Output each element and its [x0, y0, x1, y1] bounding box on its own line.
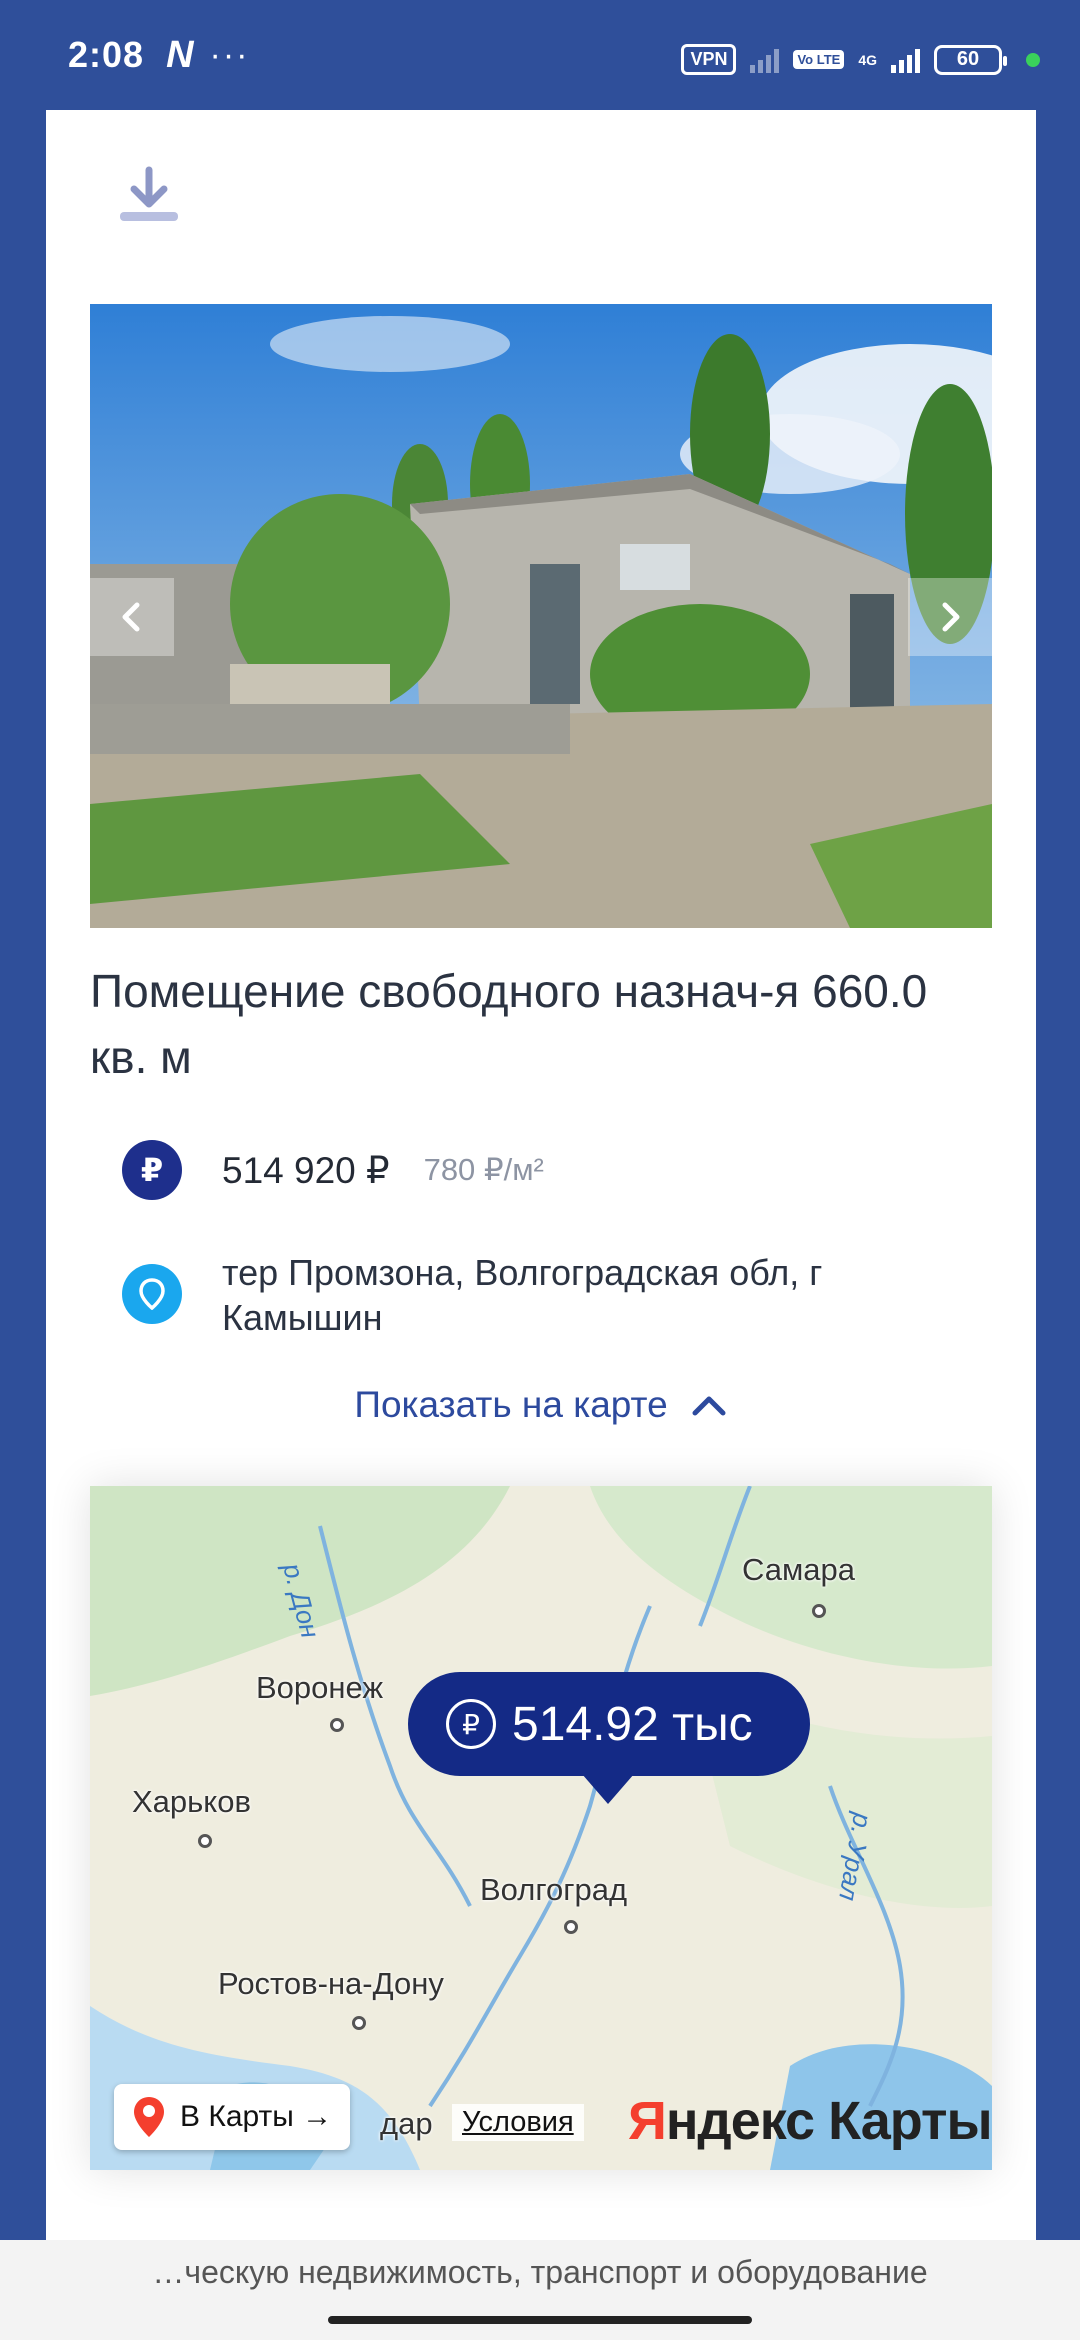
city-label-volgograd: Волгоград — [480, 1872, 628, 1907]
map-price-marker[interactable]: ₽ 514.92 тыс — [408, 1672, 810, 1804]
city-dot-kharkov — [198, 1834, 212, 1848]
gallery-next-button[interactable] — [908, 578, 992, 656]
price-row: ₽ 514 920 ₽ 780 ₽/м² — [122, 1130, 982, 1210]
battery-icon: 60 — [934, 44, 1007, 75]
yandex-maps-logo: Яндекс Карты — [628, 2091, 992, 2151]
price-per-m2: 780 ₽/м² — [423, 1152, 544, 1187]
download-icon — [120, 166, 178, 221]
show-on-map-label: Показать на карте — [354, 1384, 668, 1425]
map-view[interactable]: Самара Воронеж Харьков Волгоград Ростов-… — [90, 1486, 992, 2170]
city-label-kharkov: Харьков — [132, 1784, 251, 1819]
active-dot-icon — [1026, 52, 1040, 67]
listing-title: Помещение свободного назнач-я 660.0 кв. … — [90, 965, 928, 1083]
city-label-samara: Самара — [742, 1552, 856, 1587]
bottom-bar: …ческую недвижимость, транспорт и оборуд… — [0, 2240, 1080, 2340]
network-n-icon: N — [166, 33, 194, 76]
ruble-icon: ₽ — [122, 1140, 182, 1200]
map-terms-link[interactable]: Условия — [452, 2104, 584, 2141]
network-type-label: 4G — [858, 51, 877, 68]
city-dot-samara — [812, 1604, 826, 1618]
city-dot-voronezh — [330, 1718, 344, 1732]
open-in-maps-label: В Карты → — [180, 2100, 333, 2133]
ruble-icon: ₽ — [446, 1699, 496, 1749]
address-row: тер Промзона, Волгоградская обл, г Камыш… — [122, 1250, 982, 1340]
show-on-map-toggle[interactable]: Показать на карте — [46, 1370, 1036, 1440]
download-button[interactable] — [116, 162, 182, 232]
listing-card: Помещение свободного назнач-я 660.0 кв. … — [46, 110, 1036, 2240]
status-bar: 2:08 N ··· VPN Vo LTE 4G 60 — [0, 0, 1080, 110]
location-pin-icon — [122, 1264, 182, 1324]
home-indicator[interactable] — [328, 2316, 752, 2324]
signal-icon-sim1 — [750, 47, 780, 73]
footer-ticker-text: …ческую недвижимость, транспорт и оборуд… — [152, 2254, 928, 2290]
city-label-krasnodar: дар — [380, 2106, 433, 2141]
status-time: 2:08 — [68, 34, 145, 75]
city-dot-rostov — [352, 2016, 366, 2030]
more-notifications-icon: ··· — [209, 35, 250, 74]
status-icons: VPN Vo LTE 4G 60 — [681, 44, 1040, 75]
property-photo — [90, 304, 992, 928]
open-in-maps-button[interactable]: В Карты → — [114, 2084, 351, 2150]
volte-icon: Vo LTE — [793, 50, 845, 69]
map-pin-icon — [134, 2097, 164, 2137]
gallery-prev-button[interactable] — [90, 578, 174, 656]
city-dot-volgograd — [564, 1920, 578, 1934]
address-text: тер Промзона, Волгоградская обл, г Камыш… — [222, 1252, 823, 1338]
city-label-rostov: Ростов-на-Дону — [218, 1966, 444, 2001]
signal-icon-sim2 — [891, 47, 920, 73]
chevron-right-icon — [942, 602, 960, 632]
chevron-up-icon — [692, 1396, 726, 1416]
city-label-voronezh: Воронеж — [256, 1670, 384, 1705]
map-price-text: 514.92 тыс — [512, 1697, 753, 1751]
chevron-left-icon — [122, 602, 140, 632]
price-value: 514 920 ₽ — [222, 1149, 390, 1191]
vpn-icon: VPN — [681, 44, 737, 75]
photo-gallery[interactable] — [90, 304, 992, 928]
